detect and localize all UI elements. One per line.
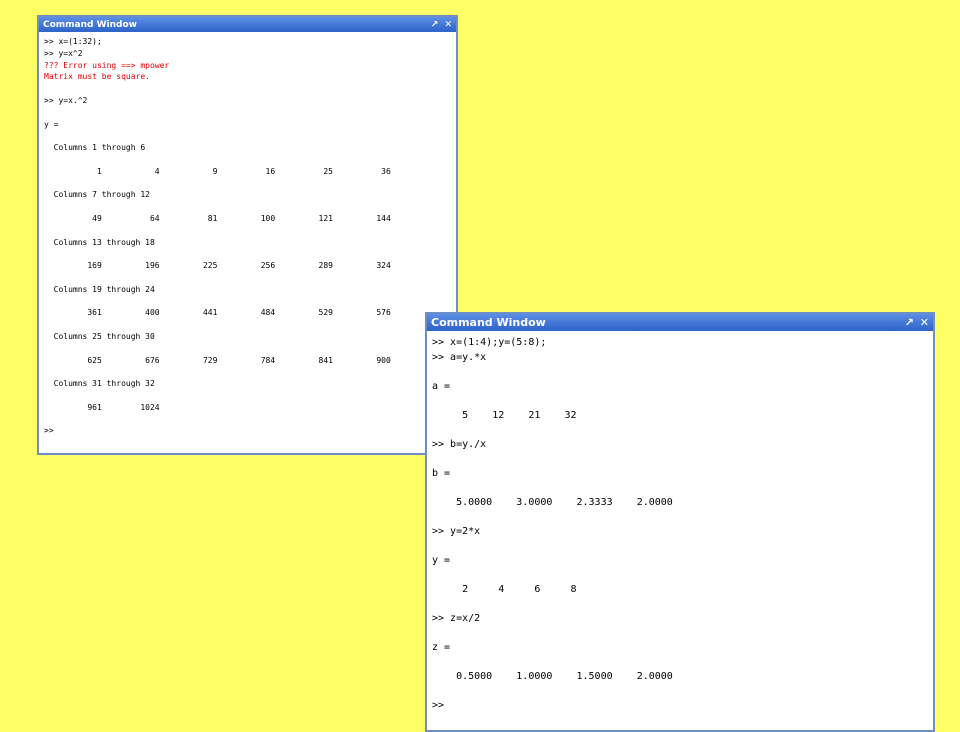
undock-icon[interactable]: ↗ [431, 20, 439, 30]
output-line: 2 4 6 8 [432, 583, 577, 595]
output-line: 0.5000 1.0000 1.5000 2.0000 [432, 670, 673, 682]
output-line: b = [432, 467, 451, 479]
console-output[interactable]: >> x=(1:4);y=(5:8); >> a=y.*x a = 5 12 21… [427, 331, 933, 718]
output-line: y = [44, 119, 59, 129]
output-line: a = [432, 380, 451, 392]
window-title: Command Window [431, 316, 546, 329]
output-line: z = [432, 641, 451, 653]
output-line: 5 12 21 32 [432, 409, 577, 421]
output-line: Columns 1 through 6 [44, 143, 146, 153]
undock-icon[interactable]: ↗ [905, 316, 914, 329]
output-line: 169 196 225 256 289 324 [44, 261, 391, 271]
close-icon[interactable]: ✕ [920, 316, 929, 329]
title-bar[interactable]: Command Window ↗ ✕ [427, 314, 933, 331]
output-line: 625 676 729 784 841 900 [44, 355, 391, 365]
output-line: Columns 19 through 24 [44, 284, 155, 294]
output-line: Columns 7 through 12 [44, 190, 150, 200]
close-icon[interactable]: ✕ [444, 20, 452, 30]
title-bar-buttons: ↗ ✕ [431, 20, 452, 30]
command-line: >> y=x.^2 [44, 95, 88, 105]
error-line: ??? Error using ==> mpower [44, 60, 170, 70]
output-line: 49 64 81 100 121 144 [44, 213, 391, 223]
output-line: Columns 13 through 18 [44, 237, 155, 247]
command-window-2: Command Window ↗ ✕ >> x=(1:4);y=(5:8); >>… [425, 312, 935, 732]
console-output[interactable]: >> x=(1:32); >> y=x^2 ??? Error using ==> … [39, 32, 456, 441]
output-line: Columns 31 through 32 [44, 379, 155, 389]
title-bar-buttons: ↗ ✕ [905, 316, 929, 329]
command-line: >> y=2*x [432, 525, 481, 537]
error-line: Matrix must be square. [44, 72, 150, 82]
command-line: >> z=x/2 [432, 612, 481, 624]
command-prompt[interactable]: >> [432, 699, 928, 714]
command-line: >> b=y./x [432, 438, 487, 450]
command-line: >> y=x^2 [44, 48, 83, 58]
command-line: >> x=(1:4);y=(5:8); [432, 337, 547, 348]
output-line: 961 1024 [44, 402, 160, 412]
window-title: Command Window [43, 19, 137, 30]
output-line: Columns 25 through 30 [44, 331, 155, 341]
output-line: y = [432, 554, 451, 566]
output-line: 5.0000 3.0000 2.3333 2.0000 [432, 496, 673, 508]
command-prompt[interactable]: >> [44, 425, 451, 437]
title-bar[interactable]: Command Window ↗ ✕ [39, 17, 456, 32]
command-line: >> a=y.*x [432, 351, 487, 363]
output-line: 1 4 9 16 25 36 [44, 166, 391, 176]
output-line: 361 400 441 484 529 576 [44, 308, 391, 318]
command-window-1: Command Window ↗ ✕ >> x=(1:32); >> y=x^2?… [37, 15, 458, 455]
command-line: >> x=(1:32); [44, 37, 102, 46]
